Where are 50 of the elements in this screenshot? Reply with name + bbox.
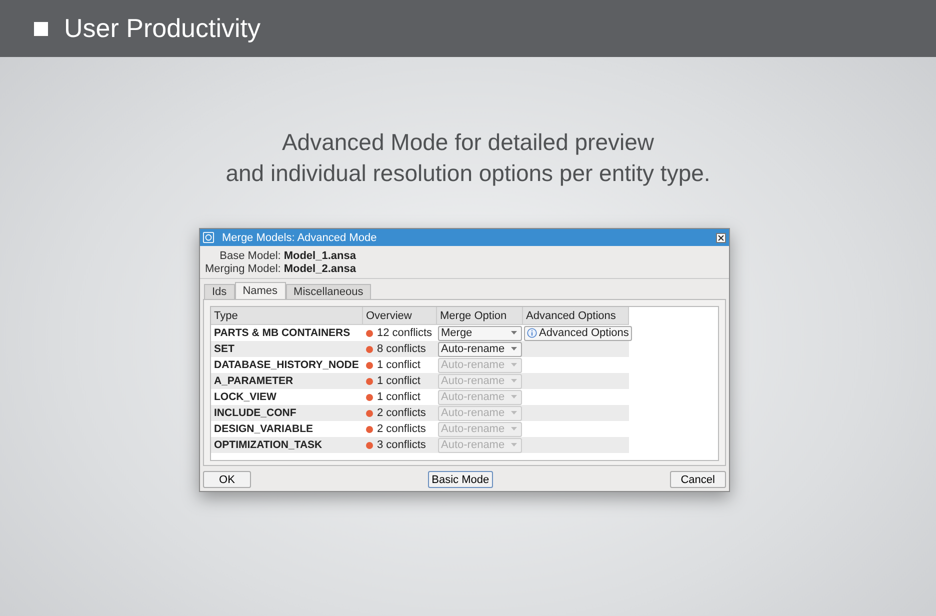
overview-cell: 3 conflicts bbox=[377, 439, 426, 451]
type-cell-text: DATABASE_HISTORY_NODE bbox=[213, 359, 360, 371]
window-title: Merge Models: Advanced Mode bbox=[222, 232, 378, 244]
tab[interactable]: Names bbox=[234, 282, 286, 299]
model-name: Model_2.ansa bbox=[284, 263, 356, 275]
caret-icon bbox=[511, 379, 517, 383]
overview-cell: 12 conflicts bbox=[377, 327, 432, 339]
type-cell-text: DESIGN_VARIABLE bbox=[213, 423, 314, 435]
subtitle-line: Advanced Mode for detailed preview bbox=[280, 128, 656, 157]
caret-icon bbox=[511, 427, 517, 431]
overview-cell: 1 conflict bbox=[377, 359, 420, 371]
caret-icon bbox=[511, 443, 517, 447]
caret-icon bbox=[511, 347, 517, 351]
slide-title: User Productivity bbox=[64, 13, 260, 44]
overview-cell: 8 conflicts bbox=[377, 343, 426, 355]
column-header: Type bbox=[211, 307, 363, 324]
overview-cell: 1 conflict bbox=[377, 391, 420, 403]
type-cell-text: LOCK_VIEW bbox=[213, 391, 278, 403]
dialog-button[interactable]: OK bbox=[203, 471, 251, 488]
info-icon bbox=[527, 328, 537, 338]
close-icon[interactable] bbox=[716, 232, 726, 242]
column-header: Advanced Options bbox=[523, 307, 629, 324]
caret-icon bbox=[511, 411, 517, 415]
column-header: Merge Option bbox=[437, 307, 523, 324]
app-icon bbox=[203, 232, 214, 243]
type-cell-text: PARTS & MB CONTAINERS bbox=[213, 327, 352, 339]
model-label: Merging Model: bbox=[205, 263, 281, 275]
type-cell-text: OPTIMIZATION_TASK bbox=[213, 439, 324, 451]
caret-icon bbox=[511, 363, 517, 367]
model-name: Model_1.ansa bbox=[284, 250, 356, 262]
caret-icon bbox=[511, 395, 517, 399]
merge-option-dropdown[interactable]: Merge bbox=[438, 326, 522, 340]
table-row[interactable]: SET 8 conflicts Auto-rename bbox=[211, 341, 629, 357]
type-cell-text: INCLUDE_CONF bbox=[213, 407, 298, 419]
advanced-options-button[interactable]: Advanced Options bbox=[524, 326, 632, 340]
column-header: Overview bbox=[363, 307, 437, 324]
subtitle-line: and individual resolution options per entity type. bbox=[226, 159, 710, 188]
merge-option-dropdown[interactable]: Auto-rename bbox=[438, 342, 522, 356]
dialog-button[interactable]: Cancel bbox=[670, 471, 726, 488]
square-icon bbox=[34, 22, 48, 36]
overview-cell: 2 conflicts bbox=[377, 423, 426, 435]
tab[interactable]: Ids bbox=[204, 284, 235, 299]
type-cell-text: A_PARAMETER bbox=[213, 375, 294, 387]
dialog-button[interactable]: Basic Mode bbox=[428, 471, 494, 488]
caret-icon bbox=[511, 331, 517, 335]
tab[interactable]: Miscellaneous bbox=[286, 284, 372, 299]
overview-cell: 2 conflicts bbox=[377, 407, 426, 419]
model-label: Base Model: bbox=[218, 250, 281, 262]
overview-cell: 1 conflict bbox=[377, 375, 420, 387]
type-cell-text: SET bbox=[213, 343, 236, 355]
